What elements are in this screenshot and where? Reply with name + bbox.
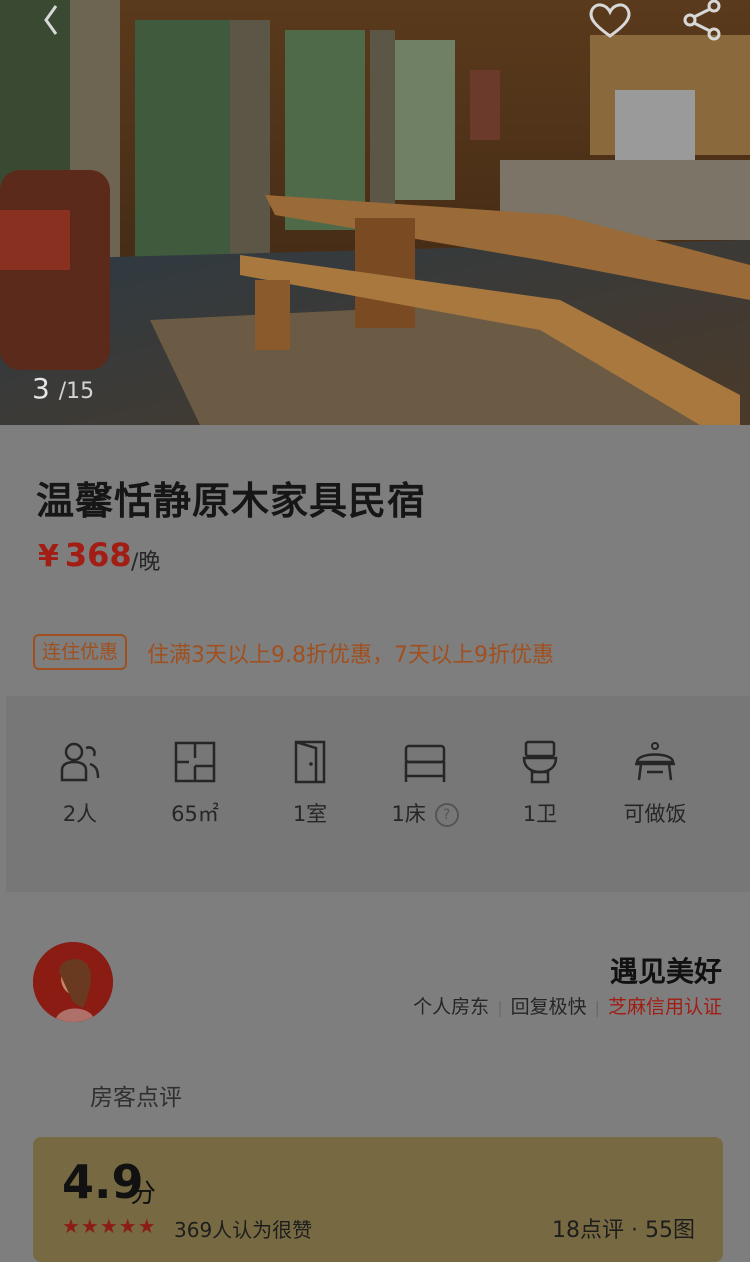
photo-counter: 3 /15 — [32, 372, 94, 405]
share-button[interactable] — [676, 0, 736, 50]
host-tag-sesame-credit[interactable]: 芝麻信用认证 — [608, 996, 722, 1018]
facility-rooms: 1室 — [265, 740, 355, 828]
guests-icon — [60, 742, 100, 782]
facility-beds-label: 1床 ? — [380, 798, 470, 828]
review-likes: 369人认为很赞 — [174, 1218, 313, 1242]
promo-badge: 连住优惠 — [33, 634, 127, 670]
help-icon[interactable]: ? — [434, 803, 459, 827]
cabin-interior-photo — [0, 0, 750, 425]
host-avatar[interactable] — [33, 942, 113, 1022]
review-score-unit: 分 — [130, 1179, 157, 1209]
facility-kitchen: 可做饭 — [610, 740, 700, 828]
back-button[interactable] — [14, 0, 74, 50]
chevron-left-icon — [44, 5, 58, 35]
host-tag-reply: 回复极快 — [510, 996, 587, 1018]
facility-area: 65㎡ — [150, 740, 240, 828]
door-icon — [294, 740, 326, 784]
facility-guests: 2人 — [35, 740, 125, 828]
price-unit: /晚 — [131, 550, 161, 575]
facility-area-label: 65㎡ — [171, 802, 219, 826]
facility-guests-label: 2人 — [62, 802, 98, 826]
bed-icon — [404, 744, 446, 782]
price: ¥368 — [38, 536, 132, 574]
host-avatar-image — [33, 942, 113, 1022]
price-value: 368 — [64, 536, 132, 574]
hero-photo[interactable]: 3 /15 — [0, 0, 750, 425]
tag-divider: | — [594, 998, 600, 1017]
heart-icon — [589, 3, 631, 38]
photo-total: /15 — [58, 379, 95, 404]
facility-bathrooms-label: 1卫 — [522, 802, 558, 826]
tag-divider: | — [497, 998, 503, 1017]
host-name[interactable]: 遇见美好 — [610, 950, 722, 990]
favorite-button[interactable] — [582, 0, 642, 50]
facility-rooms-label: 1室 — [292, 802, 328, 826]
host-tag-personal: 个人房东 — [413, 996, 490, 1018]
facility-bathrooms: 1卫 — [495, 740, 585, 828]
reviews-section-title: 房客点评 — [90, 1085, 182, 1111]
facility-kitchen-label: 可做饭 — [623, 802, 687, 826]
share-icon — [683, 0, 721, 41]
listing-title: 温馨恬静原木家具民宿 — [36, 479, 427, 523]
promo-text: 住满3天以上9.8折优惠，7天以上9折优惠 — [147, 643, 554, 668]
floorplan-icon — [174, 741, 216, 783]
star-rating-icon: ★★★★★ — [62, 1214, 157, 1238]
review-counts[interactable]: 18点评 · 55图 — [552, 1212, 695, 1244]
photo-current-index: 3 — [32, 372, 50, 405]
currency-symbol: ¥ — [38, 539, 59, 574]
toilet-icon — [522, 740, 558, 784]
facility-beds-text: 1床 — [391, 802, 426, 826]
host-tags: 个人房东 | 回复极快 | 芝麻信用认证 — [413, 992, 722, 1019]
cooking-icon — [635, 742, 675, 781]
facility-beds[interactable]: 1床 ? — [380, 740, 470, 828]
